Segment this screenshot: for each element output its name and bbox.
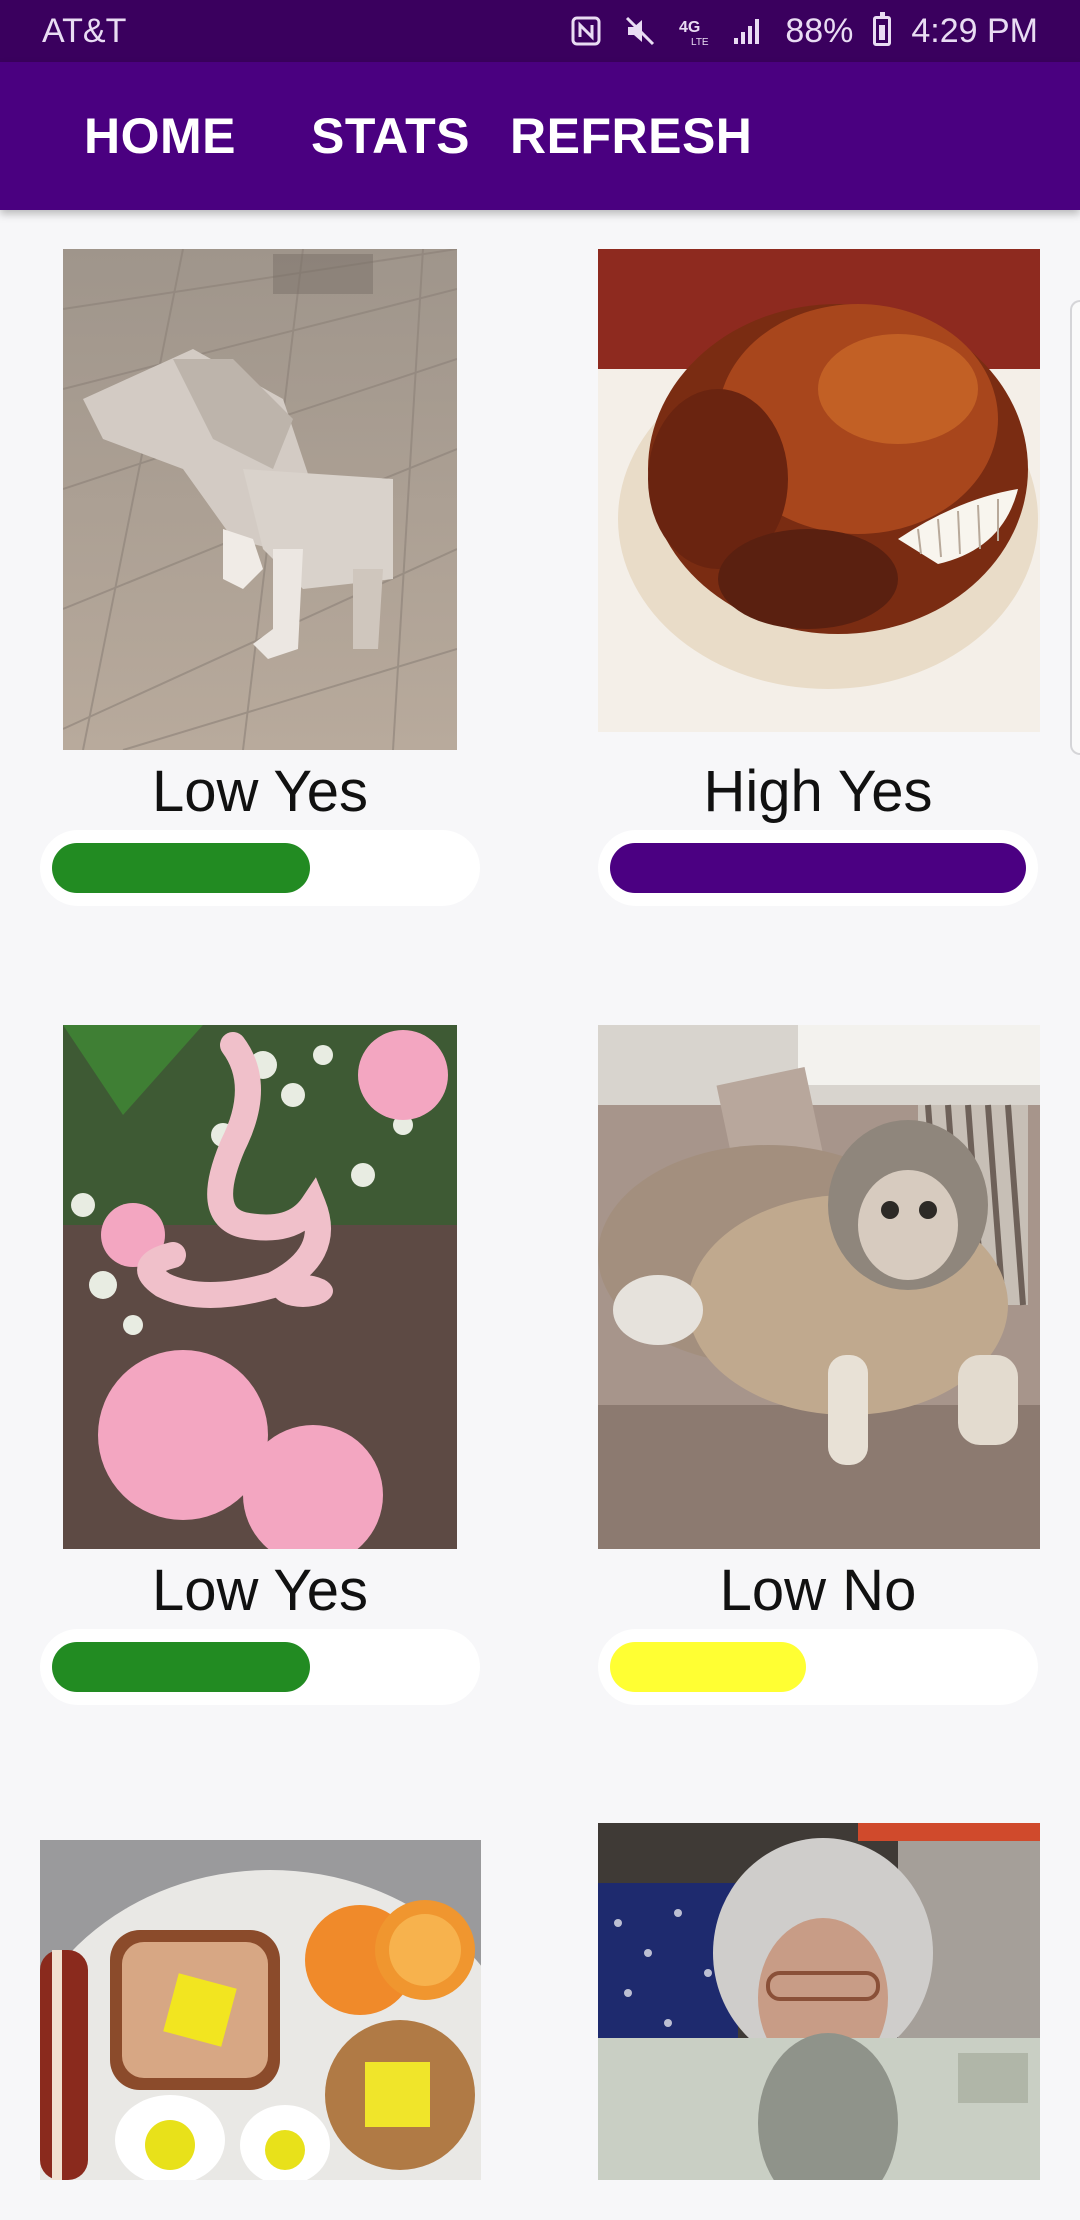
svg-text:4G: 4G [679,19,700,36]
cat-face-dog-on-couch-photo [598,1025,1040,1549]
card-meter [40,1629,480,1705]
card-image[interactable] [63,1025,457,1549]
card-meter-fill [610,843,1026,893]
card-meter-fill [610,1642,806,1692]
edge-scroll-handle[interactable] [1070,300,1080,755]
card-meter [598,1629,1038,1705]
card-label: High Yes [703,759,933,824]
signal-icon [731,14,765,48]
card-image[interactable] [598,1823,1040,2180]
battery-icon [873,12,892,46]
card-meter-fill [52,843,310,893]
carrier-label: AT&T [42,11,127,50]
card-image[interactable] [598,249,1040,732]
card-image[interactable] [598,1025,1040,1549]
clock: 4:29 PM [911,11,1038,50]
card-meter [598,830,1038,906]
mute-icon [623,14,657,48]
battery-percent: 88% [785,11,854,50]
card-label: Low Yes [151,759,369,824]
stats-button[interactable]: STATS [311,107,470,165]
card-label: Low No [719,1558,917,1623]
status-icons: 4G LTE 88% 4:29 PM [569,12,1038,51]
app-bar: HOME STATS REFRESH [0,62,1080,210]
card-image[interactable] [40,1840,481,2180]
roast-turkey-with-teeth-photo [598,249,1040,732]
svg-text:LTE: LTE [691,37,709,48]
nfc-icon [569,14,603,48]
status-bar: AT&T 4G LTE 88% 4:29 PM [0,0,1080,62]
pink-snake-with-flowers-photo [63,1025,457,1549]
card-label: Low Yes [151,1558,369,1623]
lte-icon: 4G LTE [677,14,711,48]
breakfast-cookies-photo [40,1840,481,2180]
home-button[interactable]: HOME [84,107,236,165]
woman-with-dollar-bill-photo [598,1823,1040,2180]
card-image[interactable] [63,249,457,750]
low-poly-dog-photo [63,249,457,750]
refresh-button[interactable]: REFRESH [510,107,752,165]
card-meter [40,830,480,906]
card-meter-fill [52,1642,310,1692]
